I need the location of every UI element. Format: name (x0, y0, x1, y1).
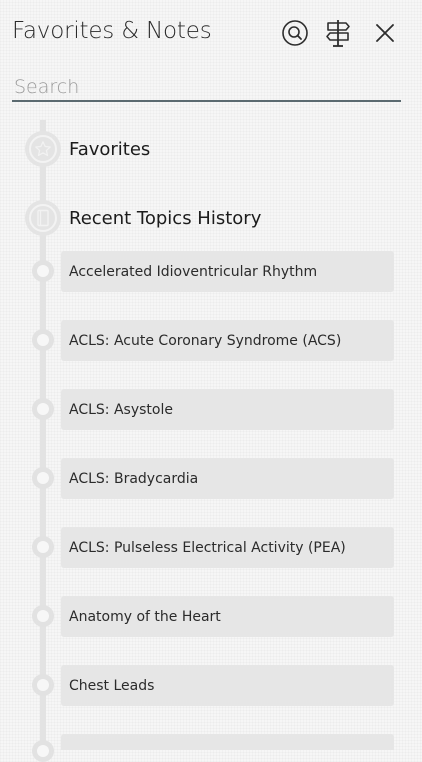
recent-topic-item[interactable]: Anatomy of the Heart (61, 596, 394, 637)
book-icon (37, 209, 49, 227)
favorites-label: Favorites (69, 138, 151, 160)
page-title: Favorites & Notes (12, 18, 212, 44)
signpost-button[interactable] (323, 18, 353, 48)
recent-topic-item[interactable]: ACLS: Bradycardia (61, 458, 394, 499)
timeline-dot (32, 536, 54, 558)
search-input[interactable] (12, 74, 401, 102)
recent-topic-item[interactable]: ACLS: Pulseless Electrical Activity (PEA… (61, 527, 394, 568)
recent-topic-item[interactable]: ACLS: Acute Coronary Syndrome (ACS) (61, 320, 394, 361)
recent-topics-section: Recent Topics History (25, 199, 261, 237)
recent-topic-item[interactable]: Accelerated Idioventricular Rhythm (61, 251, 394, 292)
favorites-badge (25, 131, 61, 167)
favorites-section[interactable]: Favorites (25, 130, 150, 168)
recent-topics-badge (25, 200, 61, 236)
search-button[interactable] (280, 18, 310, 48)
timeline-dot (32, 674, 54, 696)
signpost-icon (326, 20, 350, 47)
timeline-dot (32, 260, 54, 282)
recent-topics-label: Recent Topics History (69, 207, 262, 229)
timeline-dot (32, 740, 54, 762)
recent-topic-item[interactable]: ACLS: Asystole (61, 389, 394, 430)
search-icon (282, 20, 308, 46)
recent-topic-item[interactable]: Chest Leads (61, 665, 394, 706)
header: Favorites & Notes (0, 0, 422, 68)
star-icon (35, 141, 51, 157)
timeline-dot (32, 329, 54, 351)
timeline-dot (32, 467, 54, 489)
search-bar (12, 74, 401, 102)
timeline-dot (32, 605, 54, 627)
close-icon (376, 24, 394, 42)
recent-topic-item-partial[interactable] (61, 734, 394, 750)
timeline-dot (32, 398, 54, 420)
close-button[interactable] (370, 18, 400, 48)
